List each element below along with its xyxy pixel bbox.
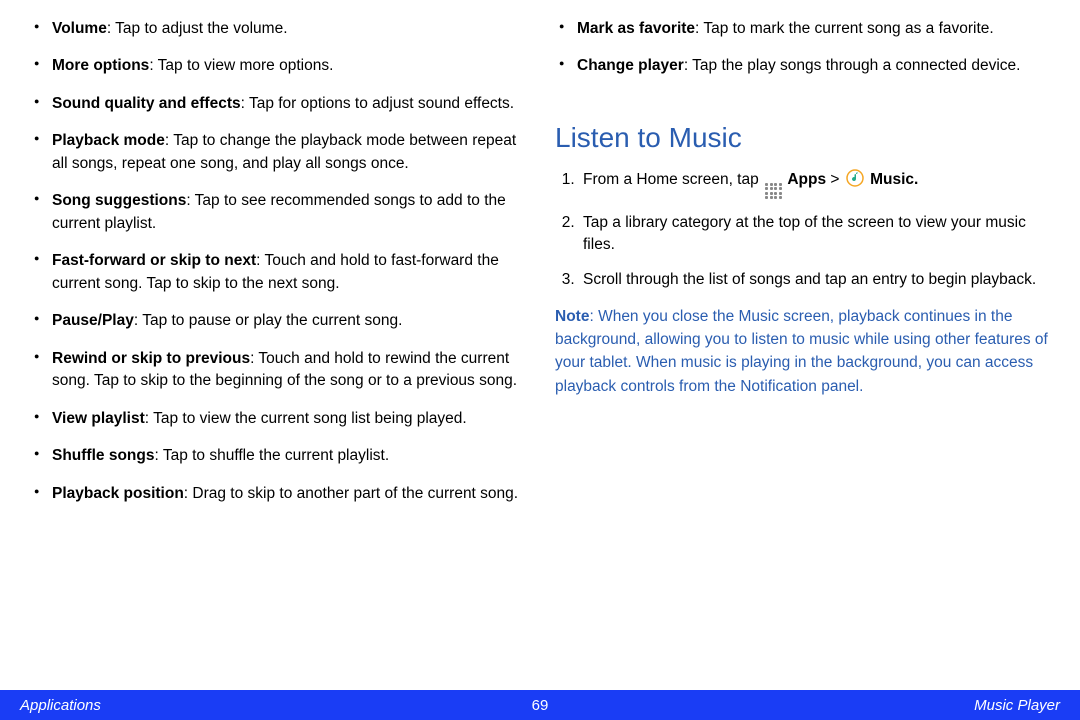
desc: : Tap to view the current song list bein… [145, 410, 467, 427]
desc: : Tap to mark the current song as a favo… [695, 20, 994, 37]
term: Volume [52, 20, 107, 37]
right-bullet-list: Mark as favorite: Tap to mark the curren… [555, 18, 1050, 78]
list-item: Change player: Tap the play songs throug… [555, 55, 1050, 77]
note-paragraph: Note: When you close the Music screen, p… [555, 305, 1050, 398]
desc: : Tap to shuffle the current playlist. [154, 447, 389, 464]
list-item: More options: Tap to view more options. [30, 55, 525, 77]
list-item: Volume: Tap to adjust the volume. [30, 18, 525, 40]
term: More options [52, 57, 149, 74]
step-text: Tap a library category at the top of the… [583, 214, 1026, 253]
term: Playback position [52, 485, 184, 502]
footer-page-number: 69 [532, 697, 549, 714]
list-item: Playback mode: Tap to change the playbac… [30, 130, 525, 175]
content-area: Volume: Tap to adjust the volume. More o… [0, 0, 1080, 690]
term: Mark as favorite [577, 20, 695, 37]
desc: : Tap the play songs through a connected… [684, 57, 1021, 74]
section-heading: Listen to Music [555, 118, 1050, 159]
left-bullet-list: Volume: Tap to adjust the volume. More o… [30, 18, 525, 505]
list-item: Mark as favorite: Tap to mark the curren… [555, 18, 1050, 40]
right-column: Mark as favorite: Tap to mark the curren… [555, 18, 1050, 690]
list-item: View playlist: Tap to view the current s… [30, 408, 525, 430]
music-note-icon [846, 169, 864, 194]
footer-right: Music Player [974, 697, 1060, 714]
step-item: Tap a library category at the top of the… [579, 212, 1050, 257]
step-item: From a Home screen, tap Apps > Music. [579, 169, 1050, 199]
steps-list: From a Home screen, tap Apps > Music. Ta… [555, 169, 1050, 292]
term: Shuffle songs [52, 447, 154, 464]
desc: : Drag to skip to another part of the cu… [184, 485, 518, 502]
list-item: Song suggestions: Tap to see recommended… [30, 190, 525, 235]
apps-label: Apps [787, 171, 826, 188]
step-text: Scroll through the list of songs and tap… [583, 271, 1036, 288]
music-label: Music. [870, 171, 918, 188]
note-body: : When you close the Music screen, playb… [555, 308, 1048, 395]
term: Fast-forward or skip to next [52, 252, 256, 269]
left-column: Volume: Tap to adjust the volume. More o… [30, 18, 525, 690]
list-item: Shuffle songs: Tap to shuffle the curren… [30, 445, 525, 467]
term: Sound quality and effects [52, 95, 241, 112]
step-text: From a Home screen, tap [583, 171, 763, 188]
desc: : Tap for options to adjust sound effect… [241, 95, 514, 112]
desc: : Tap to adjust the volume. [107, 20, 288, 37]
term: View playlist [52, 410, 145, 427]
desc: : Tap to pause or play the current song. [134, 312, 403, 329]
term: Change player [577, 57, 684, 74]
footer-left: Applications [20, 697, 101, 714]
term: Pause/Play [52, 312, 134, 329]
page-footer: Applications 69 Music Player [0, 690, 1080, 720]
list-item: Rewind or skip to previous: Touch and ho… [30, 348, 525, 393]
step-item: Scroll through the list of songs and tap… [579, 269, 1050, 291]
term: Playback mode [52, 132, 165, 149]
gt: > [826, 171, 844, 188]
list-item: Playback position: Drag to skip to anoth… [30, 483, 525, 505]
list-item: Fast-forward or skip to next: Touch and … [30, 250, 525, 295]
list-item: Pause/Play: Tap to pause or play the cur… [30, 310, 525, 332]
page: Volume: Tap to adjust the volume. More o… [0, 0, 1080, 720]
apps-grid-icon [765, 183, 781, 199]
note-label: Note [555, 308, 589, 325]
term: Song suggestions [52, 192, 186, 209]
term: Rewind or skip to previous [52, 350, 250, 367]
desc: : Tap to view more options. [149, 57, 333, 74]
list-item: Sound quality and effects: Tap for optio… [30, 93, 525, 115]
